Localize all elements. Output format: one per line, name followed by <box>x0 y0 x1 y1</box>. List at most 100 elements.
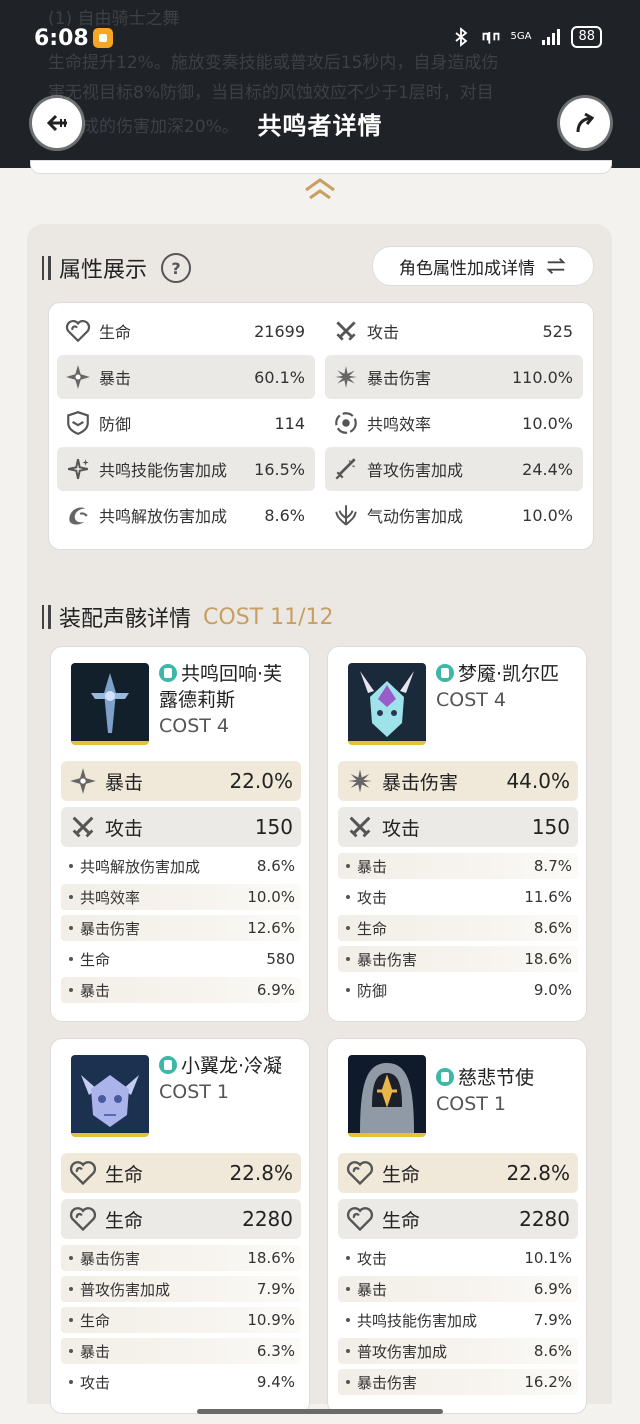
echo-sub-stat: 攻击 11.6% <box>338 884 578 910</box>
attributes-header: 属性展示 ? <box>42 252 192 284</box>
stat-value: 110.0% <box>511 367 573 387</box>
basic-atk-icon <box>333 456 359 482</box>
echo-name: 梦魇·凯尔匹 <box>458 663 560 685</box>
echo-sub-stat: 防御 9.0% <box>338 977 578 1003</box>
help-icon[interactable]: ? <box>161 253 192 283</box>
echo-sub-stat: 生命 10.9% <box>61 1307 301 1333</box>
echo-secondary-main-stat: 攻击 150 <box>338 807 578 847</box>
stat-label: 生命 <box>99 323 132 342</box>
main-stat-value: 22.8% <box>506 1161 570 1185</box>
sonata-set-icon <box>159 1056 177 1074</box>
echo-cost: COST 1 <box>159 1081 230 1103</box>
echo-portrait-wyvern <box>71 1055 149 1137</box>
cost-total: COST 11/12 <box>203 604 334 630</box>
stat-label: 暴击伤害 <box>367 369 432 388</box>
stat-liberation-dmg: 共鸣解放伤害加成 8.6% <box>57 493 315 537</box>
echo-sub-stat: 共鸣解放伤害加成 8.6% <box>61 853 301 879</box>
stat-value: 114 <box>274 413 305 433</box>
echo-sub-stat: 普攻伤害加成 8.6% <box>338 1338 578 1364</box>
echo-sub-stat: 暴击 6.9% <box>61 977 301 1003</box>
echo-sub-stat: 暴击伤害 16.2% <box>338 1369 578 1395</box>
echo-secondary-main-stat: 攻击 150 <box>61 807 301 847</box>
crit-icon <box>69 767 97 795</box>
echo-main-stat: 暴击伤害 44.0% <box>338 761 578 801</box>
collapsed-panel-edge <box>30 160 612 174</box>
attribute-bonus-detail-label: 角色属性加成详情 <box>399 258 535 279</box>
stat-value: 8.6% <box>264 505 305 525</box>
hp-icon <box>69 1159 97 1187</box>
hp-icon <box>346 1205 374 1233</box>
page-title: 共鸣者详情 <box>257 112 383 140</box>
stat-crit: 暴击 60.1% <box>57 355 315 399</box>
crit-icon <box>65 364 91 390</box>
hp-icon <box>346 1159 374 1187</box>
sonata-set-icon <box>436 1068 454 1086</box>
echo-card[interactable]: 小翼龙·冷凝 COST 1 生命 22.8% 生命 2280 暴击伤害 18.6%… <box>50 1038 310 1414</box>
echo-secondary-main-stat: 生命 2280 <box>61 1199 301 1239</box>
echo-sub-stat: 暴击 6.9% <box>338 1276 578 1302</box>
main-stat-label: 暴击伤害 <box>382 771 459 794</box>
attribute-bonus-detail-button[interactable]: 角色属性加成详情 <box>372 246 594 286</box>
stat-def: 防御 114 <box>57 401 315 445</box>
stat-basic-atk-dmg: 普攻伤害加成 24.4% <box>325 447 583 491</box>
echo-cost: COST 1 <box>436 1093 507 1115</box>
echo-main-stat: 暴击 22.0% <box>61 761 301 801</box>
echo-sub-stat: 攻击 9.4% <box>61 1369 301 1395</box>
echo-sub-stat: 暴击伤害 18.6% <box>338 946 578 972</box>
hp-icon <box>65 318 91 344</box>
bluetooth-icon <box>454 27 467 47</box>
stat-value: 525 <box>542 321 573 341</box>
stat-aero-dmg: 气动伤害加成 10.0% <box>325 493 583 537</box>
def-shield-icon <box>65 410 91 436</box>
stat-value: 10.0% <box>522 505 573 525</box>
stat-skill-dmg: 共鸣技能伤害加成 16.5% <box>57 447 315 491</box>
status-time: 6:08 <box>34 26 89 51</box>
main-stat-value: 2280 <box>242 1207 293 1231</box>
energy-regen-icon <box>333 410 359 436</box>
echo-sub-stat: 暴击 6.3% <box>61 1338 301 1364</box>
attributes-title: 属性展示 <box>59 258 148 283</box>
main-stat-label: 生命 <box>105 1163 144 1186</box>
echo-name: 共鸣回响·芙露德莉斯 <box>159 663 283 711</box>
stats-grid: 生命 21699 攻击 525 暴击 60.1% 暴击伤害 110.0% 防御 … <box>48 302 594 550</box>
main-stat-value: 150 <box>254 815 293 839</box>
stat-atk: 攻击 525 <box>325 309 583 353</box>
app-notification-icon <box>93 28 113 48</box>
stat-label: 攻击 <box>367 323 400 342</box>
home-indicator[interactable] <box>197 1409 443 1414</box>
status-icons: 5GA 88 <box>451 26 602 48</box>
stat-value: 24.4% <box>522 459 573 479</box>
main-stat-value: 44.0% <box>506 769 570 793</box>
atk-swords-icon <box>333 318 359 344</box>
collapse-chevron-icon[interactable] <box>302 178 338 202</box>
top-header: (1) 自由骑士之舞 生命提升12%。施放变奏技能或普攻后15秒内，自身造成伤 … <box>0 0 640 168</box>
echo-name: 慈悲节使 <box>458 1067 535 1089</box>
network-type: 5GA <box>510 31 532 42</box>
ghost-text-line: 生命提升12%。施放变奏技能或普攻后15秒内，自身造成伤 <box>48 53 499 73</box>
echo-sub-stat: 普攻伤害加成 7.9% <box>61 1276 301 1302</box>
main-stat-label: 生命 <box>105 1209 144 1232</box>
echo-main-stat: 生命 22.8% <box>61 1153 301 1193</box>
stat-value: 10.0% <box>522 413 573 433</box>
liberation-icon <box>65 502 91 528</box>
stat-crit-dmg: 暴击伤害 110.0% <box>325 355 583 399</box>
echo-card[interactable]: 慈悲节使 COST 1 生命 22.8% 生命 2280 攻击 10.1% 暴击 6… <box>327 1038 587 1414</box>
stat-value: 60.1% <box>254 367 305 387</box>
main-stat-value: 22.0% <box>229 769 293 793</box>
echo-card[interactable]: 梦魇·凯尔匹 COST 4 暴击伤害 44.0% 攻击 150 暴击 8.7% 攻… <box>327 646 587 1022</box>
stat-label: 普攻伤害加成 <box>367 461 464 480</box>
hp-icon <box>69 1205 97 1233</box>
share-button[interactable] <box>560 98 610 148</box>
main-stat-label: 攻击 <box>105 817 144 840</box>
atk-swords-icon <box>346 813 374 841</box>
stat-label: 气动伤害加成 <box>367 507 464 526</box>
main-stat-value: 150 <box>531 815 570 839</box>
stat-label: 共鸣技能伤害加成 <box>99 461 228 480</box>
stat-label: 共鸣解放伤害加成 <box>99 507 228 526</box>
echo-card[interactable]: 共鸣回响·芙露德莉斯 COST 4 暴击 22.0% 攻击 150 共鸣解放伤害… <box>50 646 310 1022</box>
echo-sub-stat: 生命 580 <box>61 946 301 972</box>
echo-portrait-sword <box>71 663 149 745</box>
main-stat-value: 2280 <box>519 1207 570 1231</box>
echo-portrait-dragon <box>348 663 426 745</box>
echo-name: 小翼龙·冷凝 <box>181 1055 283 1077</box>
